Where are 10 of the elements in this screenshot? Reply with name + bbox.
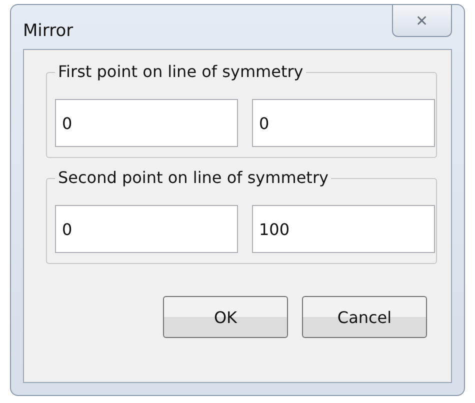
input-field[interactable]: 0 [55, 205, 238, 253]
group-label: Second point on line of symmetry [55, 168, 332, 187]
input-field[interactable]: 100 [252, 205, 435, 253]
dialog-button[interactable]: Cancel [302, 296, 427, 338]
input-field[interactable]: 0 [55, 99, 238, 147]
input-field[interactable]: 0 [252, 99, 435, 147]
dialog-button[interactable]: OK [163, 296, 288, 338]
window-title: Mirror [23, 21, 74, 41]
group-label: First point on line of symmetry [55, 62, 306, 81]
close-button[interactable]: ✕ [392, 5, 452, 37]
